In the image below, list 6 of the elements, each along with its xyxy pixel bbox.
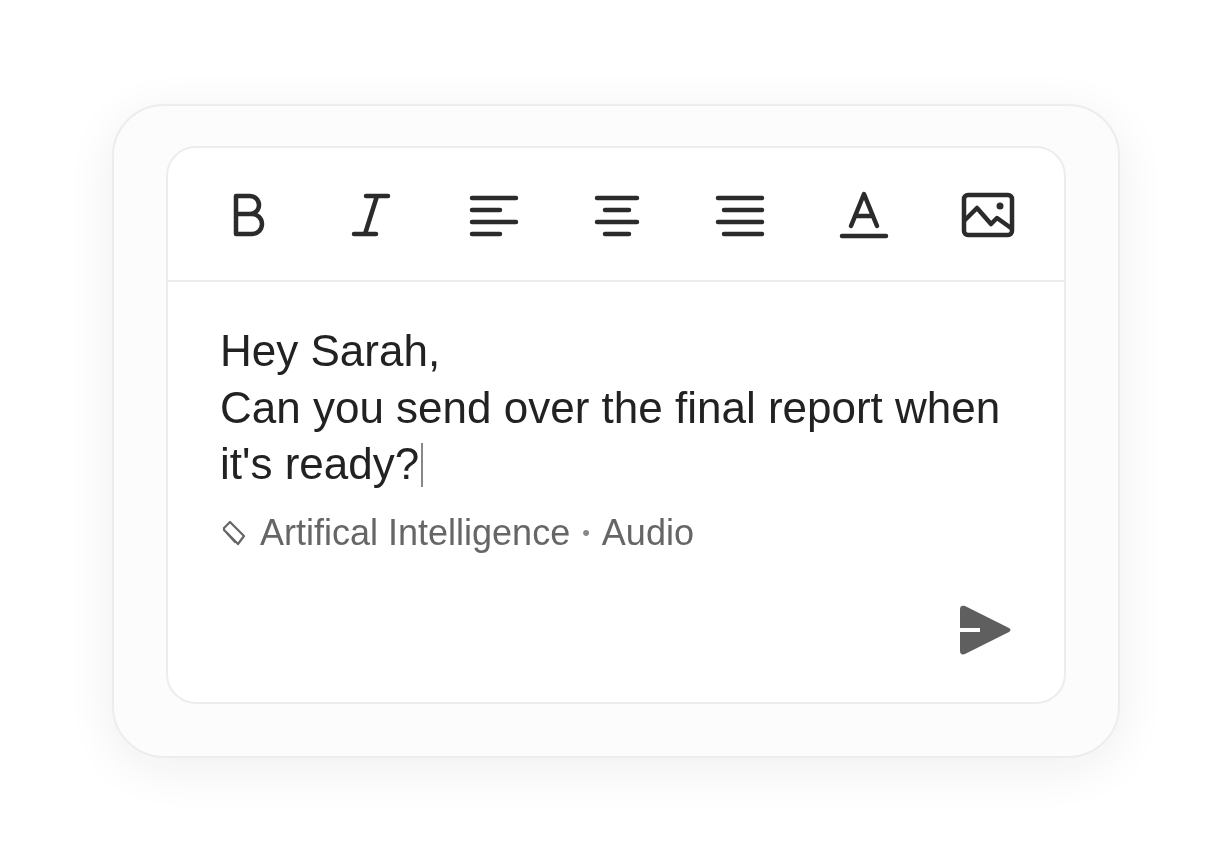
tag-label[interactable]: Artifical Intelligence [260,512,571,554]
separator-dot: • [582,520,590,546]
tag-label[interactable]: Audio [601,512,694,554]
message-text: Can you send over the final report when it's ready? [220,382,1002,490]
greeting-text: Hey Sarah, [220,325,442,377]
tag-icon [220,519,248,547]
